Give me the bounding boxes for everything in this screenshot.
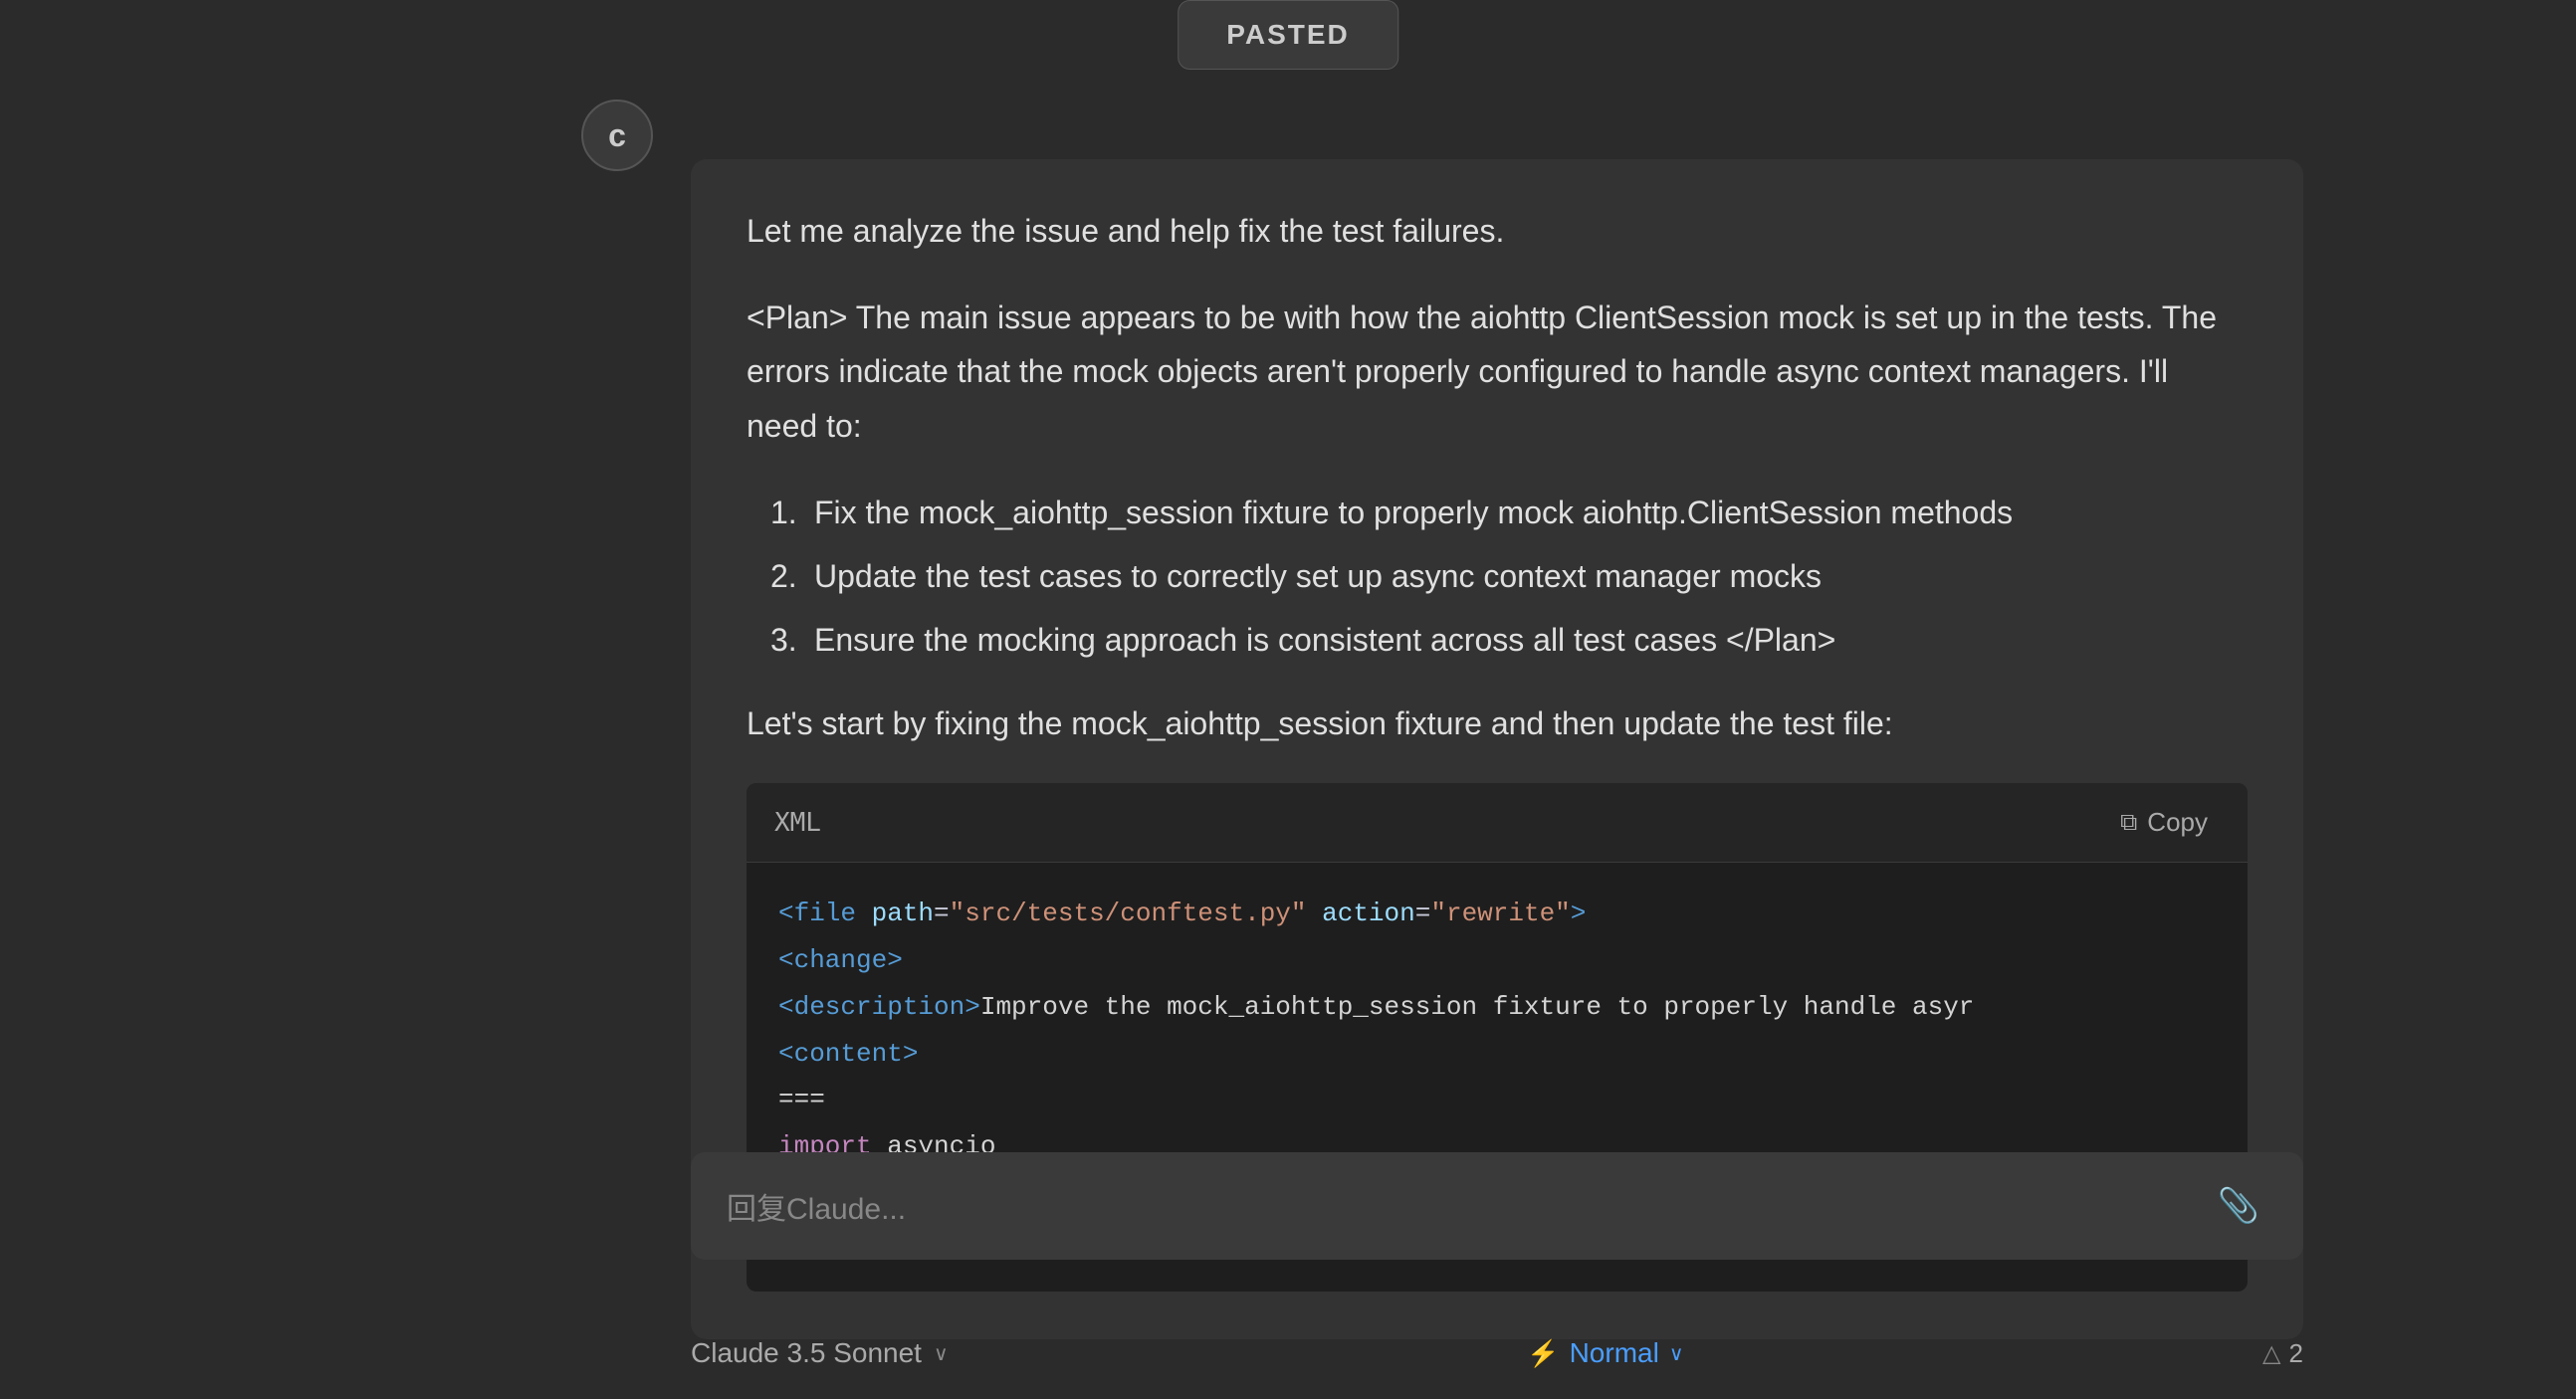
list-item: 1. Fix the mock_aiohttp_session fixture … — [770, 489, 2248, 536]
code-header: XML ⧉ Copy — [747, 783, 2248, 863]
model-chevron-icon: ∨ — [934, 1341, 949, 1366]
list-item: 2. Update the test cases to correctly se… — [770, 552, 2248, 600]
avatar-initial: c — [608, 117, 626, 154]
list-item-text: Ensure the mocking approach is consisten… — [814, 616, 1835, 664]
code-line: <file path="src/tests/conftest.py" actio… — [778, 891, 2216, 937]
style-text: Normal — [1570, 1337, 1659, 1369]
attach-button[interactable]: 📎 — [2210, 1182, 2267, 1230]
token-number: 2 — [2289, 1338, 2303, 1369]
code-line: <description>Improve the mock_aiohttp_se… — [778, 984, 2216, 1031]
style-icon: ⚡ — [1527, 1338, 1559, 1369]
input-area: 回复Claude... 📎 — [691, 1152, 2303, 1260]
list-item-text: Update the test cases to correctly set u… — [814, 552, 1822, 600]
attach-icon: 📎 — [2218, 1187, 2259, 1225]
bottom-bar: Claude 3.5 Sonnet ∨ ⚡ Normal ∨ △ 2 — [691, 1337, 2303, 1369]
avatar: c — [581, 100, 653, 171]
style-chevron-icon: ∨ — [1669, 1341, 1684, 1366]
input-placeholder[interactable]: 回复Claude... — [727, 1184, 2210, 1228]
warning-icon: △ — [2262, 1339, 2280, 1368]
code-line: <change> — [778, 937, 2216, 984]
copy-icon: ⧉ — [2120, 809, 2137, 837]
token-count: △ 2 — [2262, 1338, 2303, 1369]
copy-button[interactable]: ⧉ Copy — [2108, 801, 2220, 844]
code-lang: XML — [774, 808, 821, 838]
model-name: Claude 3.5 Sonnet — [691, 1337, 922, 1369]
copy-label: Copy — [2147, 807, 2208, 838]
model-selector[interactable]: Claude 3.5 Sonnet ∨ — [691, 1337, 949, 1369]
list-item-text: Fix the mock_aiohttp_session fixture to … — [814, 489, 2013, 536]
list-item: 3. Ensure the mocking approach is consis… — [770, 616, 2248, 664]
chat-list: 1. Fix the mock_aiohttp_session fixture … — [747, 489, 2248, 664]
code-line: === — [778, 1077, 2216, 1123]
code-line: <content> — [778, 1031, 2216, 1078]
chat-cta: Let's start by fixing the mock_aiohttp_s… — [747, 700, 2248, 747]
pasted-label: PASTED — [1226, 19, 1350, 51]
pasted-card: PASTED — [1178, 0, 1398, 70]
chat-plan: <Plan> The main issue appears to be with… — [747, 291, 2248, 453]
style-selector[interactable]: ⚡ Normal ∨ — [1527, 1337, 1683, 1369]
avatar-container: c — [581, 100, 653, 171]
chat-intro: Let me analyze the issue and help fix th… — [747, 207, 2248, 255]
